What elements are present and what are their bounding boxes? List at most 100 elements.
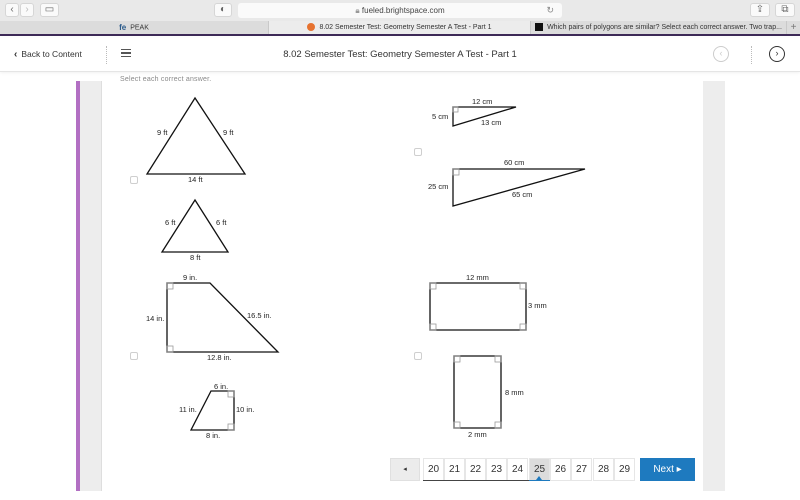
right-angle-mark: [227, 423, 235, 431]
right-angle-mark: [519, 323, 527, 331]
right-angle-mark: [166, 282, 174, 290]
sidebar-icon: ▭: [44, 4, 55, 15]
next-item-button[interactable]: ›: [769, 46, 785, 62]
share-icon: ⇪: [755, 4, 765, 15]
side-label: 6 in.: [214, 382, 229, 391]
divider: [751, 46, 752, 64]
chevron-right-icon: ›: [25, 4, 29, 15]
side-label: 14 in.: [146, 314, 165, 323]
caret-up-icon: [536, 476, 542, 480]
side-label: 16.5 in.: [247, 311, 272, 320]
polygon-figures: [145, 96, 586, 431]
page-title: 8.02 Semester Test: Geometry Semester A …: [283, 49, 517, 60]
next-page-button[interactable]: Next ▸: [640, 458, 695, 481]
back-label: Back to Content: [21, 49, 82, 59]
back-nav-button[interactable]: ‹: [5, 3, 19, 17]
page-button[interactable]: 20: [423, 458, 444, 481]
side-label: 9 ft: [157, 128, 168, 137]
trapezoid-small: [189, 390, 235, 431]
tabs-icon: ⧉: [781, 4, 789, 15]
right-angle-mark: [452, 168, 460, 176]
left-panel: [80, 81, 102, 491]
right-angle-mark: [166, 345, 174, 353]
tabs-overview-button[interactable]: ⧉: [775, 3, 795, 17]
rectangle-12x3: [429, 282, 527, 331]
address-bar[interactable]: 🔒︎ fueled.brightspace.com ↻: [238, 3, 562, 18]
browser-toolbar: ‹ › ▭ ◐ 🔒︎ fueled.brightspace.com ↻ ⇪ ⧉: [0, 0, 800, 21]
side-label: 8 ft: [190, 253, 201, 262]
tab-peak[interactable]: fe PEAK: [0, 21, 269, 34]
lock-icon: 🔒︎: [355, 6, 360, 15]
side-label: 65 cm: [512, 190, 533, 199]
side-label: 12.8 in.: [207, 353, 232, 362]
rectangle-2x8: [453, 355, 502, 429]
side-label: 5 cm: [432, 112, 449, 121]
right-angle-mark: [494, 421, 502, 429]
answered-indicator: [423, 480, 529, 481]
right-angle-mark: [452, 106, 459, 113]
question-instruction: Select each correct answer.: [120, 76, 212, 83]
side-label: 3 mm: [528, 301, 547, 310]
right-angle-mark: [453, 421, 461, 429]
side-label: 60 cm: [504, 158, 525, 167]
prev-item-button[interactable]: ‹: [713, 46, 729, 62]
option-4-checkbox[interactable]: [414, 352, 422, 360]
right-triangle-25-60-65: [452, 168, 586, 207]
page-button[interactable]: 26: [550, 458, 571, 481]
prev-page-button[interactable]: ◂: [390, 458, 420, 481]
tab-bar: fe PEAK 8.02 Semester Test: Geometry Seme…: [0, 21, 800, 36]
page-button[interactable]: 23: [486, 458, 507, 481]
new-tab-button[interactable]: +: [787, 21, 800, 34]
page-button[interactable]: 29: [614, 458, 635, 481]
divider: [106, 46, 107, 64]
right-angle-mark: [453, 355, 461, 363]
right-angle-mark: [519, 282, 527, 290]
privacy-button[interactable]: ◐: [214, 3, 232, 17]
side-label: 12 mm: [466, 273, 489, 282]
option-1-checkbox[interactable]: [130, 176, 138, 184]
side-label: 14 ft: [188, 175, 203, 184]
side-label: 8 in.: [206, 431, 221, 440]
right-angle-mark: [429, 323, 437, 331]
side-label: 9 in.: [183, 273, 198, 282]
page-button[interactable]: 21: [444, 458, 465, 481]
fe-logo-icon: fe: [119, 23, 127, 32]
side-label: 10 in.: [236, 405, 255, 414]
brightspace-icon: [307, 23, 316, 32]
side-label: 2 mm: [468, 430, 487, 439]
right-angle-mark: [429, 282, 437, 290]
tab-brainly[interactable]: Which pairs of polygons are similar? Sel…: [531, 21, 787, 34]
side-label: 12 cm: [472, 97, 493, 106]
forward-nav-button[interactable]: ›: [20, 3, 34, 17]
reload-icon[interactable]: ↻: [546, 3, 554, 18]
right-angle-mark: [494, 355, 502, 363]
current-indicator: [529, 480, 550, 481]
tab-label: Which pairs of polygons are similar? Sel…: [547, 24, 782, 31]
url-text: fueled.brightspace.com: [361, 6, 445, 15]
back-to-content-link[interactable]: ‹ Back to Content: [14, 49, 82, 60]
side-label: 6 ft: [165, 218, 176, 227]
tab-label: PEAK: [130, 24, 149, 32]
app-header: ‹ Back to Content 8.02 Semester Test: Geo…: [0, 38, 800, 72]
side-label: 8 mm: [505, 388, 524, 397]
side-label: 13 cm: [481, 118, 502, 127]
side-label: 9 ft: [223, 128, 234, 137]
side-label: 25 cm: [428, 182, 449, 191]
page-button[interactable]: 28: [593, 458, 614, 481]
chevron-right-icon: ›: [775, 48, 779, 58]
page-button[interactable]: 27: [571, 458, 592, 481]
page-button[interactable]: 24: [507, 458, 528, 481]
chevron-left-icon: ‹: [10, 4, 14, 15]
page-button[interactable]: 22: [465, 458, 486, 481]
tab-semester-test[interactable]: 8.02 Semester Test: Geometry Semester A …: [269, 21, 531, 34]
menu-icon[interactable]: [121, 49, 131, 58]
tab-label: 8.02 Semester Test: Geometry Semester A …: [319, 24, 492, 31]
side-label: 6 ft: [216, 218, 227, 227]
side-label: 11 in.: [179, 405, 197, 414]
share-button[interactable]: ⇪: [750, 3, 770, 17]
sidebar-toggle-button[interactable]: ▭: [40, 3, 59, 17]
option-2-checkbox[interactable]: [414, 148, 422, 156]
chevron-left-icon: ‹: [719, 48, 723, 58]
brainly-icon: [535, 23, 544, 32]
option-3-checkbox[interactable]: [130, 352, 138, 360]
